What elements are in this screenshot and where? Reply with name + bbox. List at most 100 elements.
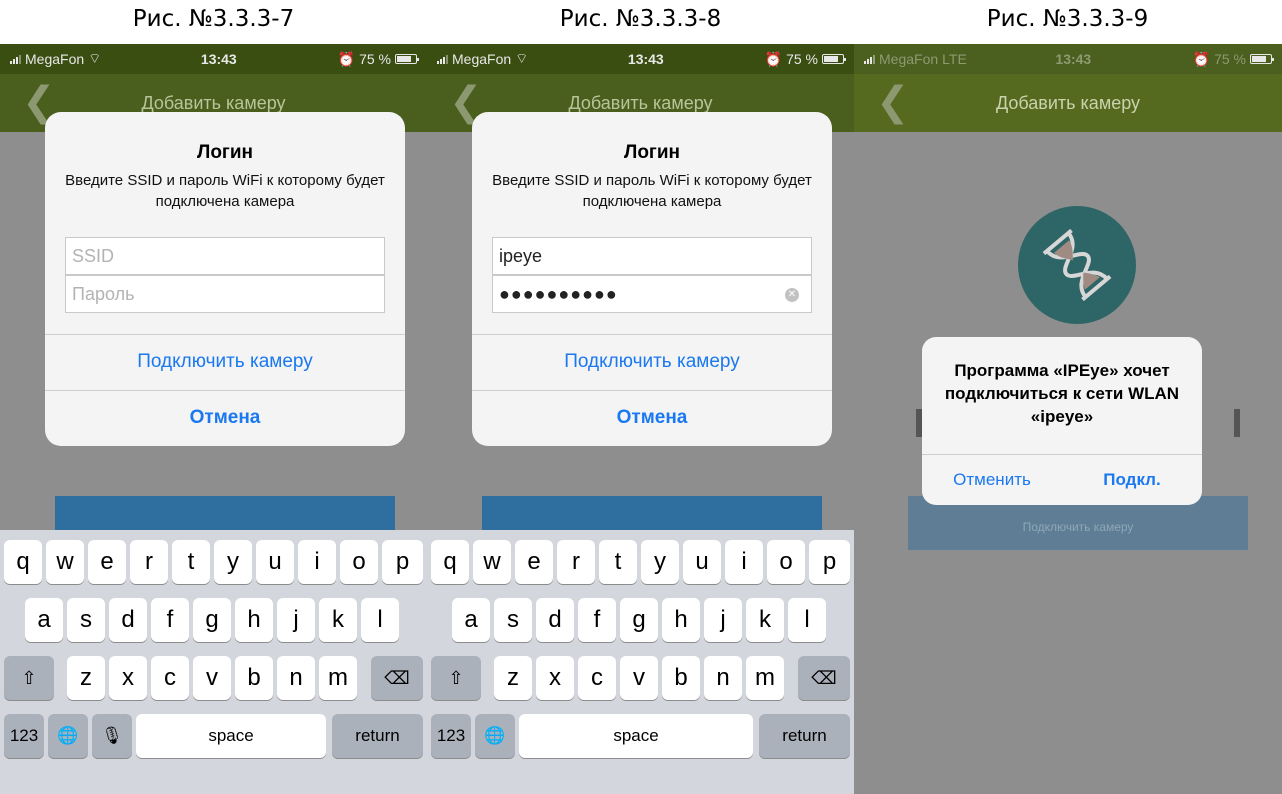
key-a[interactable]: a (452, 598, 490, 642)
key-t[interactable]: t (599, 540, 637, 584)
space-key[interactable]: space (519, 714, 753, 758)
carrier: MegaFon (879, 51, 939, 67)
carrier: MegaFon (25, 51, 85, 67)
globe-icon[interactable]: 🌐 (48, 714, 88, 758)
key-a[interactable]: a (25, 598, 63, 642)
key-c[interactable]: c (578, 656, 616, 700)
shift-key[interactable]: ⇧ (431, 656, 481, 700)
key-y[interactable]: y (641, 540, 679, 584)
status-bar: MegaFon LTE 13:43 ⏰ 75 % (854, 44, 1282, 74)
key-z[interactable]: z (494, 656, 532, 700)
cancel-button[interactable]: Отмена (472, 390, 832, 446)
alert-connect-button[interactable]: Подкл. (1062, 455, 1202, 505)
key-u[interactable]: u (256, 540, 294, 584)
key-g[interactable]: g (620, 598, 658, 642)
ssid-input[interactable]: ipeye (492, 237, 812, 275)
connect-camera-button[interactable]: Подключить камеру (472, 334, 832, 390)
password-input[interactable]: Пароль (65, 275, 385, 313)
key-c[interactable]: c (151, 656, 189, 700)
connect-camera-button[interactable]: Подключить камеру (45, 334, 405, 390)
screen-fig-7: MegaFon ⌔ 13:43 ⏰ 75 % ❮ Добавить камеру Л… (0, 44, 427, 794)
password-input[interactable]: ●●●●●●●●●● ✕ (492, 275, 812, 313)
key-o[interactable]: o (340, 540, 378, 584)
key-v[interactable]: v (620, 656, 658, 700)
screen-fig-8: MegaFon ⌔ 13:43 ⏰ 75 % ❮ Добавить камеру Л… (427, 44, 854, 794)
signal-icon (864, 54, 875, 64)
backspace-key[interactable]: ⌫ (371, 656, 423, 700)
key-p[interactable]: p (809, 540, 850, 584)
alert-cancel-button[interactable]: Отменить (922, 455, 1062, 505)
key-b[interactable]: b (662, 656, 700, 700)
numbers-key[interactable]: 123 (431, 714, 471, 758)
key-d[interactable]: d (109, 598, 147, 642)
key-n[interactable]: n (704, 656, 742, 700)
nav-title: Добавить камеру (995, 92, 1141, 113)
key-k[interactable]: k (319, 598, 357, 642)
clock: 13:43 (1055, 51, 1092, 67)
login-dialog: Логин Введите SSID и пароль WiFi к котор… (472, 112, 832, 446)
key-e[interactable]: e (515, 540, 553, 584)
key-i[interactable]: i (298, 540, 336, 584)
key-s[interactable]: s (67, 598, 105, 642)
caption-fig-8: Рис. №3.3.3-8 (559, 6, 722, 32)
battery-icon (822, 54, 846, 64)
key-t[interactable]: t (172, 540, 210, 584)
return-key[interactable]: return (332, 714, 423, 758)
return-key[interactable]: return (759, 714, 850, 758)
battery-icon (395, 54, 419, 64)
cancel-button[interactable]: Отмена (45, 390, 405, 446)
key-j[interactable]: j (704, 598, 742, 642)
key-q[interactable]: q (4, 540, 42, 584)
key-v[interactable]: v (193, 656, 231, 700)
key-f[interactable]: f (578, 598, 616, 642)
key-b[interactable]: b (235, 656, 273, 700)
key-m[interactable]: m (746, 656, 784, 700)
numbers-key[interactable]: 123 (4, 714, 44, 758)
key-i[interactable]: i (725, 540, 763, 584)
dialog-title: Логин (196, 142, 253, 163)
shift-key[interactable]: ⇧ (4, 656, 54, 700)
key-l[interactable]: l (788, 598, 826, 642)
key-j[interactable]: j (277, 598, 315, 642)
key-e[interactable]: e (88, 540, 126, 584)
key-y[interactable]: y (214, 540, 252, 584)
ssid-input[interactable]: SSID (65, 237, 385, 275)
key-z[interactable]: z (67, 656, 105, 700)
clear-icon[interactable]: ✕ (785, 288, 799, 302)
password-mask: ●●●●●●●●●● (499, 283, 618, 304)
key-g[interactable]: g (193, 598, 231, 642)
dialog-message: Введите SSID и пароль WiFi к которому бу… (492, 172, 812, 210)
key-m[interactable]: m (319, 656, 357, 700)
key-u[interactable]: u (683, 540, 721, 584)
alarm-icon: ⏰ (764, 50, 783, 67)
key-k[interactable]: k (746, 598, 784, 642)
key-r[interactable]: r (130, 540, 168, 584)
key-x[interactable]: x (109, 656, 147, 700)
back-chevron-icon[interactable]: ❮ (876, 82, 910, 122)
status-bar: MegaFon ⌔ 13:43 ⏰ 75 % (0, 44, 427, 74)
key-s[interactable]: s (494, 598, 532, 642)
key-d[interactable]: d (536, 598, 574, 642)
key-w[interactable]: w (473, 540, 511, 584)
key-p[interactable]: p (382, 540, 423, 584)
key-f[interactable]: f (151, 598, 189, 642)
key-o[interactable]: o (767, 540, 805, 584)
key-x[interactable]: x (536, 656, 574, 700)
microphone-icon[interactable]: 🎙 (92, 714, 132, 758)
key-q[interactable]: q (431, 540, 469, 584)
keyboard: q w e r t y u i o p a s d f g h j k l ⇧ … (427, 530, 854, 794)
space-key[interactable]: space (136, 714, 326, 758)
battery-percent: 75 % (1214, 51, 1246, 67)
key-n[interactable]: n (277, 656, 315, 700)
status-bar: MegaFon ⌔ 13:43 ⏰ 75 % (427, 44, 854, 74)
globe-icon[interactable]: 🌐 (475, 714, 515, 758)
key-h[interactable]: h (662, 598, 700, 642)
backspace-key[interactable]: ⌫ (798, 656, 850, 700)
key-h[interactable]: h (235, 598, 273, 642)
key-w[interactable]: w (46, 540, 84, 584)
signal-icon (437, 54, 448, 64)
key-l[interactable]: l (361, 598, 399, 642)
key-r[interactable]: r (557, 540, 595, 584)
keyboard: q w e r t y u i o p a s d f g h j k l ⇧ … (0, 530, 427, 794)
nav-title: Добавить камеру (141, 92, 286, 113)
